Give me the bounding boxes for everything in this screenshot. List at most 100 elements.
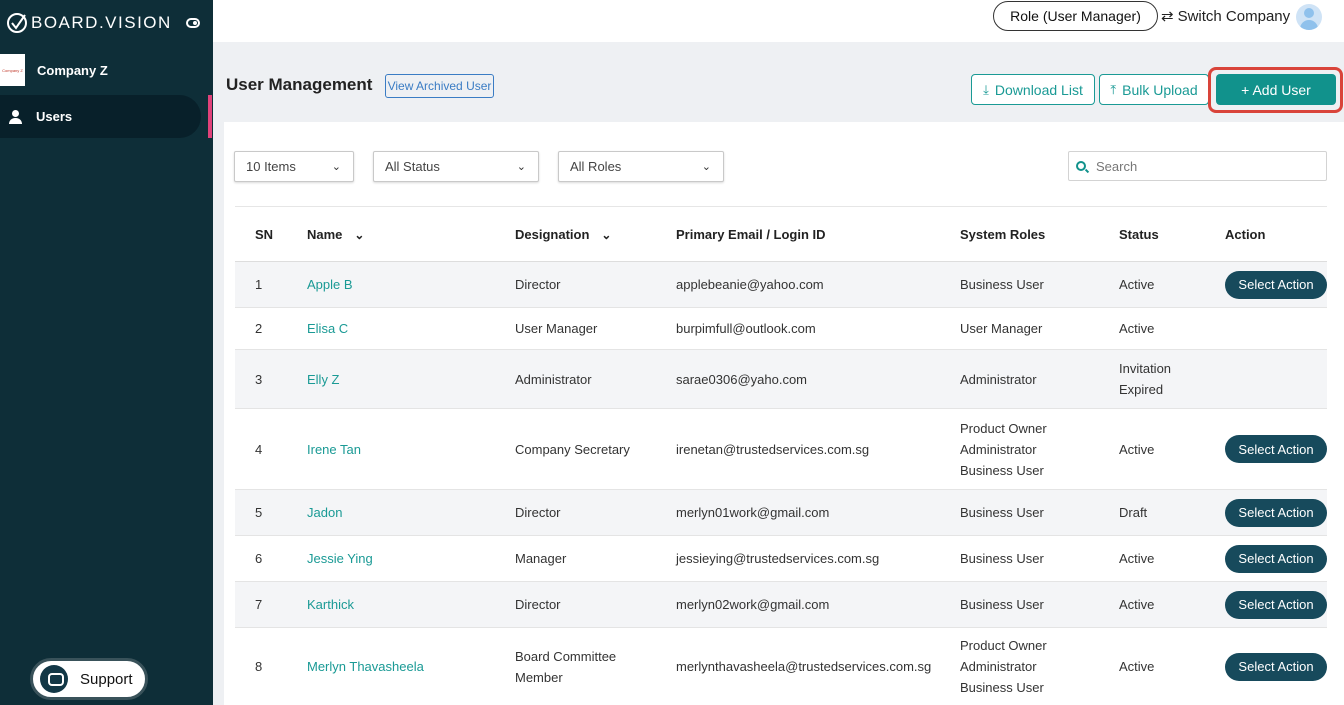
cell-email: merlynthavasheela@trustedservices.com.sg xyxy=(676,659,932,674)
logo-icon xyxy=(7,13,27,33)
table-row: 1 Apple B Director applebeanie@yahoo.com Bus… xyxy=(235,262,1327,308)
download-list-button[interactable]: ⤓ Download List xyxy=(971,74,1095,105)
select-action-button[interactable]: Select Action xyxy=(1225,270,1327,299)
avatar[interactable] xyxy=(1296,4,1322,30)
switch-icon: ⇄ xyxy=(1161,8,1174,25)
table-row: 3 Elly Z Administrator sarae0306@yaho.com Ad… xyxy=(235,350,1327,409)
select-action-button[interactable]: Select Action xyxy=(1225,544,1327,573)
user-name-link[interactable]: Jessie Ying xyxy=(307,536,373,581)
select-action-button[interactable]: Select Action xyxy=(1225,435,1327,463)
upload-icon: ⤒ xyxy=(1110,81,1117,97)
user-name-link[interactable]: Irene Tan xyxy=(307,409,361,489)
search-input[interactable] xyxy=(1096,158,1316,174)
sidebar-item-label: Users xyxy=(36,109,73,124)
cell-action: Select Action xyxy=(1225,490,1327,535)
support-label: Support xyxy=(80,670,133,688)
cell-sn: 5 xyxy=(255,505,263,520)
table-row: 5 Jadon Director merlyn01work@gmail.com Busi… xyxy=(235,490,1327,536)
user-name-link[interactable]: Karthick xyxy=(307,582,354,627)
cell-system-roles: Product Owner Administrator Business User xyxy=(960,409,1047,489)
chevron-down-icon: ⌄ xyxy=(331,161,341,173)
search-icon xyxy=(1076,161,1086,171)
cell-designation: Manager xyxy=(515,536,566,581)
chat-icon xyxy=(40,665,68,693)
cell-status-line: Active xyxy=(1119,659,1155,674)
cell-email: burpimfull@outlook.com xyxy=(676,321,816,336)
user-name-link[interactable]: Merlyn Thavasheela xyxy=(307,628,424,705)
user-name-link[interactable]: Elly Z xyxy=(307,350,340,408)
cell-status: Draft xyxy=(1119,490,1147,535)
cell-designation: User Manager xyxy=(515,308,597,349)
cell-designation-line: Board Committee xyxy=(515,648,617,664)
cell-email: irenetan@trustedservices.com.sg xyxy=(676,441,870,457)
bulk-upload-label: Bulk Upload xyxy=(1122,81,1198,98)
status-filter-select[interactable]: All Status ⌄ xyxy=(373,151,539,182)
cell-designation: Director xyxy=(515,490,561,535)
cell-system-roles-line: Business User xyxy=(960,551,1044,566)
cell-system-roles-line: Product Owner xyxy=(960,420,1047,436)
role-button[interactable]: Role (User Manager) xyxy=(993,1,1158,31)
select-action-button[interactable]: Select Action xyxy=(1225,590,1327,619)
cell-system-roles-line: Administrator xyxy=(960,441,1037,457)
column-header-name[interactable]: Name ⌄ xyxy=(307,227,364,242)
cell-system-roles-line: Business User xyxy=(960,680,1044,695)
company-name: Company Z xyxy=(37,62,108,78)
cell-status: Active xyxy=(1119,409,1154,489)
cell-status: Active xyxy=(1119,262,1154,307)
cell-designation-line: Director xyxy=(515,505,561,520)
cell-designation-line: Member xyxy=(515,669,563,685)
cell-status-line: Active xyxy=(1119,441,1155,457)
download-icon: ⤓ xyxy=(983,81,989,97)
cell-system-roles: User Manager xyxy=(960,308,1042,349)
chevron-down-icon: ⌄ xyxy=(516,161,526,173)
company-selector[interactable]: Company Z Company Z xyxy=(0,54,108,86)
cell-designation: Director xyxy=(515,262,561,307)
cell-status: Active xyxy=(1119,628,1154,705)
cell-email: merlyn02work@gmail.com xyxy=(676,597,830,612)
switch-company-link[interactable]: ⇄ Switch Company xyxy=(1161,7,1291,26)
cell-action: Select Action xyxy=(1225,262,1327,307)
view-archived-user-button[interactable]: View Archived User xyxy=(385,74,494,98)
active-nav-indicator xyxy=(208,95,212,138)
sidebar-toggle-icon[interactable] xyxy=(186,18,200,28)
switch-company-label: Switch Company xyxy=(1177,7,1291,25)
column-header-designation[interactable]: Designation ⌄ xyxy=(515,227,611,242)
add-user-button[interactable]: + Add User xyxy=(1216,74,1336,105)
users-table: SN Name ⌄ Designation ⌄ Primary Email / Lo… xyxy=(235,206,1327,705)
cell-status-line: Draft xyxy=(1119,505,1148,520)
cell-email: jessieying@trustedservices.com.sg xyxy=(676,551,880,566)
select-action-button[interactable]: Select Action xyxy=(1225,498,1327,527)
cell-designation-line: Administrator xyxy=(515,371,592,387)
cell-status-line: Expired xyxy=(1119,382,1164,397)
cell-action: Select Action xyxy=(1225,628,1327,705)
items-per-page-select[interactable]: 10 Items ⌄ xyxy=(234,151,354,182)
table-body: 1 Apple B Director applebeanie@yahoo.com Bus… xyxy=(235,262,1327,705)
user-name-link[interactable]: Apple B xyxy=(307,262,353,307)
cell-system-roles: Business User xyxy=(960,536,1044,581)
brand-logo[interactable]: BOARD.VISION xyxy=(6,12,172,34)
cell-designation-line: Director xyxy=(515,597,561,612)
cell-designation: Company Secretary xyxy=(515,409,630,489)
cell-designation: Administrator xyxy=(515,350,592,408)
roles-filter-select[interactable]: All Roles ⌄ xyxy=(558,151,724,182)
column-header-system-roles: System Roles xyxy=(960,227,1046,242)
search-box[interactable] xyxy=(1068,151,1327,181)
chevron-down-icon: ⌄ xyxy=(701,161,711,173)
user-name-link[interactable]: Jadon xyxy=(307,490,342,535)
user-name-link[interactable]: Elisa C xyxy=(307,308,348,349)
cell-system-roles-line: Business User xyxy=(960,462,1044,478)
cell-email: merlyn01work@gmail.com xyxy=(676,505,830,520)
items-per-page-value: 10 Items xyxy=(246,159,296,174)
cell-sn: 1 xyxy=(255,277,263,292)
sidebar-item-users[interactable]: Users xyxy=(0,95,201,138)
bulk-upload-button[interactable]: ⤒ Bulk Upload xyxy=(1099,74,1209,105)
cell-system-roles: Business User xyxy=(960,582,1044,627)
table-row: 7 Karthick Director merlyn02work@gmail.com B… xyxy=(235,582,1327,628)
select-action-button[interactable]: Select Action xyxy=(1225,652,1327,681)
sidebar: BOARD.VISION Company Z Company Z Users S… xyxy=(0,0,213,705)
cell-system-roles-line: Administrator xyxy=(960,659,1037,674)
table-row: 8 Merlyn Thavasheela Board Committee Member… xyxy=(235,628,1327,705)
support-button[interactable]: Support xyxy=(30,658,148,700)
cell-email: sarae0306@yaho.com xyxy=(676,371,807,387)
cell-status-line: Active xyxy=(1119,597,1155,612)
